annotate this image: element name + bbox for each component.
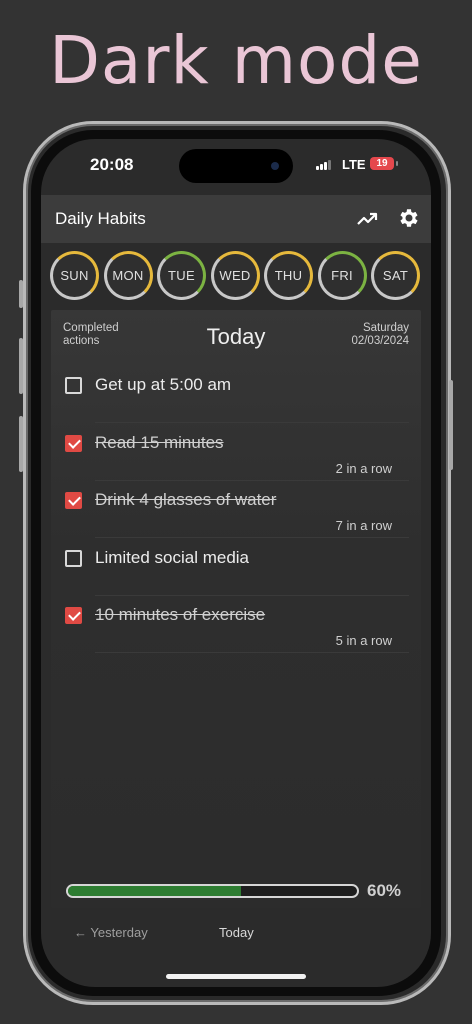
app-screen: 20:08 LTE 19 Daily Habits SUN MON TUE WED TH… [41, 139, 431, 987]
dynamic-island [179, 149, 293, 183]
divider [95, 652, 409, 653]
day-label: THU [274, 268, 303, 283]
day-label: TUE [168, 268, 195, 283]
day-circle-tue[interactable]: TUE [157, 251, 206, 300]
progress-fill [68, 886, 242, 896]
habit-name: Get up at 5:00 am [95, 375, 232, 394]
yesterday-button[interactable]: ← Yesterday [74, 925, 148, 940]
habit-name: 10 minutes of exercise [95, 605, 266, 624]
battery-tip [396, 161, 398, 166]
weekday-label: Saturday [362, 322, 409, 334]
date-label: 02/03/2024 [351, 335, 409, 347]
gear-icon[interactable] [397, 206, 421, 230]
date-display: Saturday 02/03/2024 [351, 322, 409, 348]
day-label: FRI [331, 268, 353, 283]
checkbox-unchecked[interactable] [65, 377, 82, 394]
checkbox-checked[interactable] [65, 492, 82, 509]
habit-row[interactable]: Read 15 minutes 2 in a row [51, 424, 421, 481]
today-card: Completed actions Today Saturday 02/03/2… [51, 310, 421, 908]
habit-row[interactable]: 10 minutes of exercise 5 in a row [51, 596, 421, 653]
habit-streak: 2 in a row [335, 460, 392, 476]
app-bar: Daily Habits [41, 195, 431, 243]
day-label: MON [112, 268, 144, 283]
trend-up-icon[interactable] [355, 206, 379, 230]
checkbox-checked[interactable] [65, 607, 82, 624]
day-label: SUN [60, 268, 89, 283]
day-circle-wed[interactable]: WED [210, 251, 260, 300]
camera-icon [271, 162, 279, 170]
habit-row[interactable]: Limited social media [51, 539, 421, 596]
status-time: 20:08 [90, 155, 134, 174]
checkbox-checked[interactable] [65, 434, 82, 452]
status-bar: 20:08 LTE 19 [41, 139, 431, 195]
home-indicator[interactable] [166, 974, 306, 979]
day-label: SAT [382, 268, 409, 283]
today-button[interactable]: Today [219, 925, 254, 940]
habit-name: Read 15 minutes [95, 432, 224, 452]
habit-row[interactable]: Get up at 5:00 am [51, 366, 421, 423]
day-circle-mon[interactable]: MON [103, 251, 153, 300]
habit-streak: 5 in a row [335, 633, 392, 648]
habit-streak: 7 in a row [335, 518, 392, 533]
habit-name: Drink 4 glasses of water [95, 490, 277, 509]
battery-icon: 19 [370, 157, 394, 170]
weekday-selector: SUN MON TUE WED THU FRI SAT [50, 251, 431, 301]
signal-icon [316, 159, 336, 170]
progress-percent: 60% [367, 881, 402, 900]
side-button [19, 280, 23, 308]
day-circle-fri[interactable]: FRI [317, 251, 367, 300]
habit-row[interactable]: Drink 4 glasses of water 7 in a row [51, 481, 421, 538]
day-label: WED [219, 268, 251, 283]
banner-title: Dark mode [49, 22, 423, 99]
side-button [19, 338, 23, 394]
network-label: LTE [342, 157, 366, 172]
app-title: Daily Habits [55, 209, 146, 228]
side-button [19, 416, 23, 472]
side-button [449, 380, 453, 470]
day-circle-sun[interactable]: SUN [50, 251, 99, 300]
checkbox-unchecked[interactable] [65, 549, 82, 567]
progress-bar [66, 884, 359, 898]
habit-name: Limited social media [95, 547, 250, 567]
day-circle-thu[interactable]: THU [264, 251, 313, 300]
day-circle-sat[interactable]: SAT [371, 251, 420, 300]
